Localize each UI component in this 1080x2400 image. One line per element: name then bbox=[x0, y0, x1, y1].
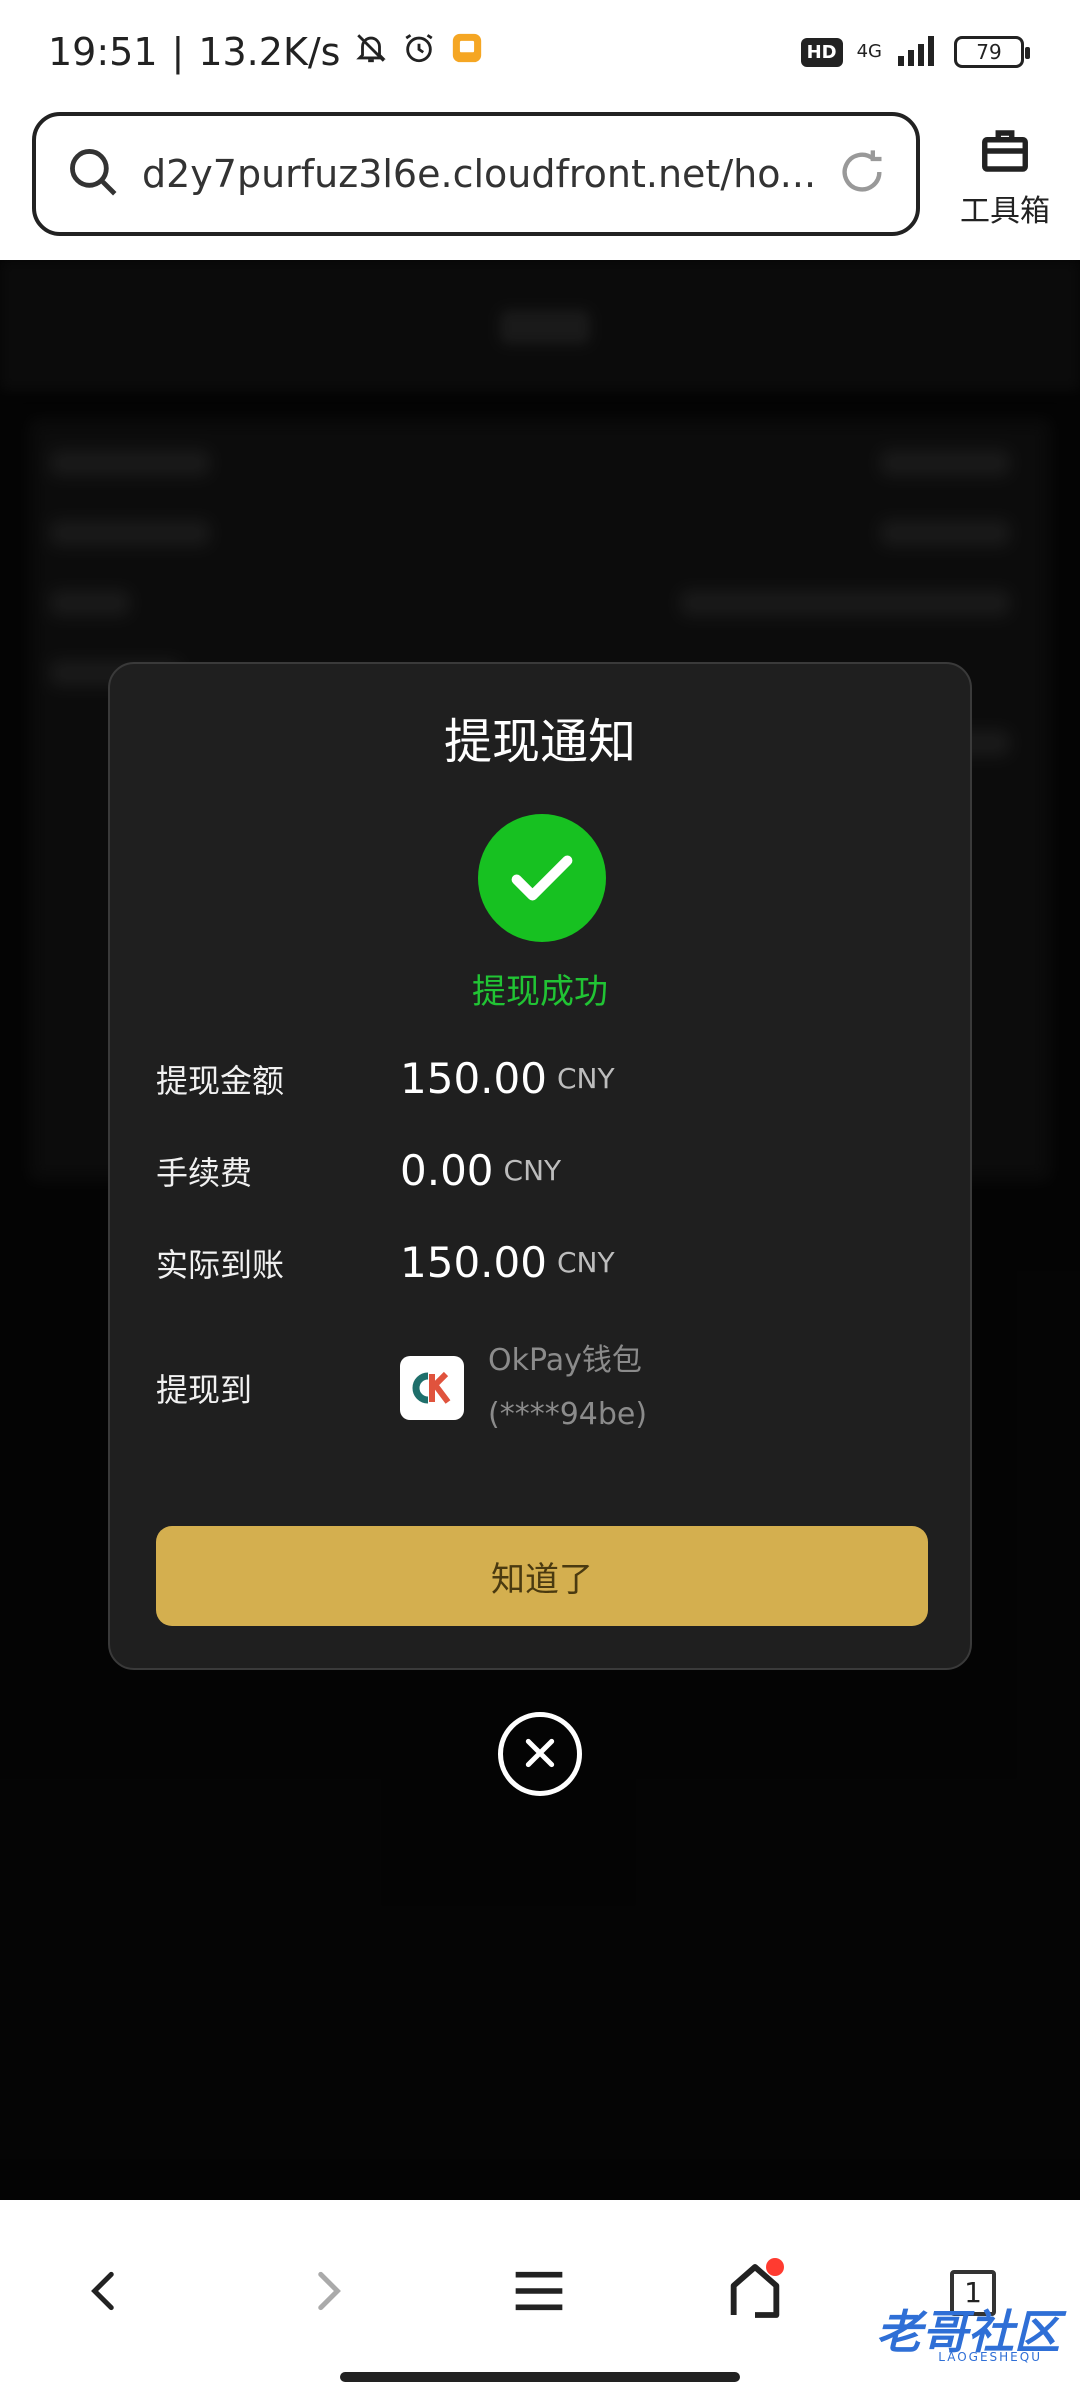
dialog-title: 提现通知 bbox=[443, 714, 636, 770]
search-icon bbox=[64, 143, 122, 205]
success-status-text: 提现成功 bbox=[472, 972, 608, 1012]
bell-off-icon bbox=[354, 30, 388, 74]
gesture-bar[interactable] bbox=[340, 2372, 740, 2382]
url-bar[interactable]: d2y7purfuz3l6e.cloudfront.net/ho... bbox=[32, 112, 920, 236]
status-divider: | bbox=[171, 30, 185, 74]
success-check-icon bbox=[478, 814, 606, 942]
wallet-account: (****94be) bbox=[488, 1397, 648, 1432]
close-icon bbox=[520, 1733, 560, 1776]
received-value: 150.00 bbox=[400, 1238, 547, 1287]
amount-label: 提现金额 bbox=[156, 1061, 285, 1100]
notification-app-icon bbox=[450, 30, 484, 74]
status-net-speed: 13.2K/s bbox=[198, 30, 341, 74]
received-unit: CNY bbox=[556, 1246, 615, 1279]
reload-icon[interactable] bbox=[836, 146, 888, 202]
watermark-subtext: LAOGESHEQU bbox=[938, 2350, 1042, 2364]
signal-icon bbox=[896, 34, 940, 70]
amount-row: 提现金额 150.00 CNY bbox=[156, 1054, 936, 1103]
chevron-left-icon bbox=[80, 2261, 130, 2325]
withdraw-notice-dialog: 提现通知 提现成功 提现金额 150.00 CNY 手续费 0.00 CNY 实… bbox=[108, 662, 972, 1670]
back-button[interactable] bbox=[50, 2248, 160, 2338]
fee-value: 0.00 bbox=[400, 1146, 494, 1195]
okpay-logo-icon bbox=[400, 1356, 464, 1420]
browser-bottom-nav: 1 老哥社区 LAOGESHEQU bbox=[0, 2200, 1080, 2400]
fee-row: 手续费 0.00 CNY bbox=[156, 1146, 936, 1195]
destination-row: 提现到 OkPay钱包 (****94be) bbox=[156, 1334, 936, 1442]
browser-toolbar: d2y7purfuz3l6e.cloudfront.net/ho... 工具箱 bbox=[0, 106, 1080, 260]
network-type: 4G bbox=[856, 41, 882, 62]
status-left: 19:51 | 13.2K/s bbox=[48, 30, 484, 74]
toolbox-icon bbox=[978, 130, 1032, 182]
toolbox-label: 工具箱 bbox=[960, 194, 1050, 229]
menu-icon bbox=[511, 2266, 567, 2320]
status-bar: 19:51 | 13.2K/s HD 4G 79 bbox=[0, 0, 1080, 106]
close-dialog-button[interactable] bbox=[498, 1712, 582, 1796]
destination-label: 提现到 bbox=[156, 1371, 253, 1409]
confirm-button[interactable]: 知道了 bbox=[156, 1526, 928, 1626]
alarm-icon bbox=[402, 30, 436, 74]
received-row: 实际到账 150.00 CNY bbox=[156, 1238, 936, 1287]
hd-badge: HD bbox=[800, 37, 843, 67]
wallet-info: OkPay钱包 (****94be) bbox=[488, 1334, 647, 1442]
amount-value: 150.00 bbox=[400, 1054, 547, 1103]
toolbox-button[interactable]: 工具箱 bbox=[950, 124, 1060, 230]
received-label: 实际到账 bbox=[156, 1245, 285, 1284]
fee-label: 手续费 bbox=[156, 1153, 253, 1192]
amount-unit: CNY bbox=[556, 1062, 615, 1095]
battery-icon: 79 bbox=[954, 36, 1030, 68]
notification-dot bbox=[766, 2258, 784, 2276]
fee-unit: CNY bbox=[503, 1154, 562, 1187]
chevron-right-icon bbox=[302, 2261, 352, 2325]
forward-button[interactable] bbox=[272, 2248, 382, 2338]
menu-button[interactable] bbox=[484, 2248, 594, 2338]
wallet-name: OkPay钱包 bbox=[488, 1343, 642, 1378]
home-button[interactable] bbox=[700, 2248, 810, 2338]
url-text[interactable]: d2y7purfuz3l6e.cloudfront.net/ho... bbox=[142, 152, 836, 196]
status-right: HD 4G 79 bbox=[800, 34, 1030, 70]
status-time: 19:51 bbox=[48, 30, 158, 74]
